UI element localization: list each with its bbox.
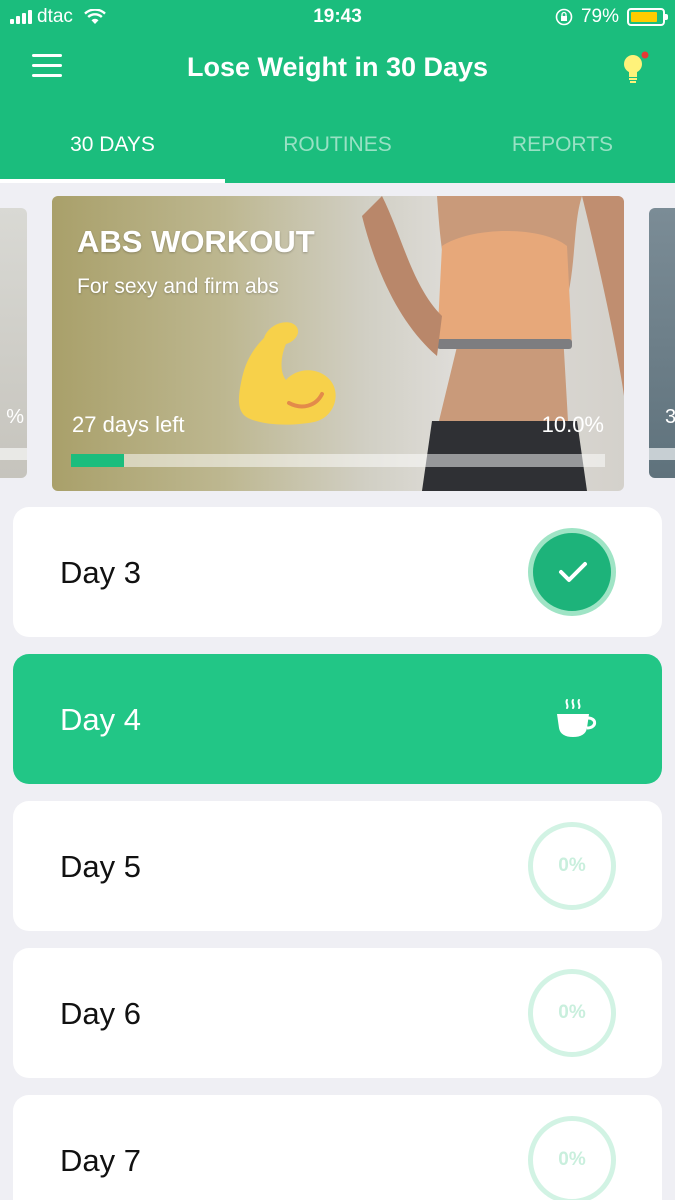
day-progress-ring: 0% [528,1116,616,1200]
days-left-text: 27 days left [72,412,185,437]
app-header: dtac 19:43 79% Lose Weight in 30 Days 30… [0,0,675,183]
day-label: Day 5 [60,849,141,884]
status-bar: dtac 19:43 79% [0,0,675,34]
flexed-biceps-icon [238,322,336,425]
tab-bar: 30 DAYS ROUTINES REPORTS [0,118,675,183]
battery-icon [627,8,668,26]
top-app-bar: Lose Weight in 30 Days [0,36,675,102]
day-progress-ring: 0% [528,822,616,910]
abs-workout-card[interactable]: ABS WORKOUT For sexy and firm abs 27 day… [52,196,624,491]
card-progress-percent: 10.0% [541,412,604,437]
workout-hero-image [362,196,624,491]
day-progress-ring: 0% [528,969,616,1057]
day-row-4[interactable]: Day 4 [13,654,662,784]
battery-percent: 79% [580,6,619,27]
day-row-7[interactable]: Day 7 0% [13,1095,662,1200]
day-row-6[interactable]: Day 6 0% [13,948,662,1078]
lightbulb-icon[interactable] [620,50,650,86]
carousel-card-next[interactable]: 3 [649,208,675,478]
page-title: Lose Weight in 30 Days [186,52,489,82]
tab-30-days[interactable]: 30 DAYS [0,118,225,183]
previous-card-percent: % [6,406,24,428]
day-label: Day 7 [60,1143,141,1178]
tab-reports[interactable]: REPORTS [450,118,675,183]
notification-dot [641,51,649,59]
day-row-3[interactable]: Day 3 [13,507,662,637]
day-label: Day 6 [60,996,141,1031]
coffee-cup-icon [557,699,597,737]
status-right: 79% [555,6,668,28]
checkmark-icon [559,562,587,582]
day-label: Day 3 [60,555,141,590]
card-title: ABS WORKOUT [77,224,315,259]
card-subtitle: For sexy and firm abs [77,275,279,298]
rotation-lock-icon [555,8,573,26]
previous-card-progress [0,448,27,460]
next-card-percent: 3 [665,406,675,428]
card-progress-bar [71,454,605,467]
completed-day-badge [528,528,616,616]
carousel-card-previous[interactable]: % [0,208,27,478]
card-progress-fill [71,454,125,467]
next-card-progress [649,448,675,460]
day-label: Day 4 [60,702,141,737]
day-row-5[interactable]: Day 5 0% [13,801,662,931]
tab-routines[interactable]: ROUTINES [225,118,450,183]
